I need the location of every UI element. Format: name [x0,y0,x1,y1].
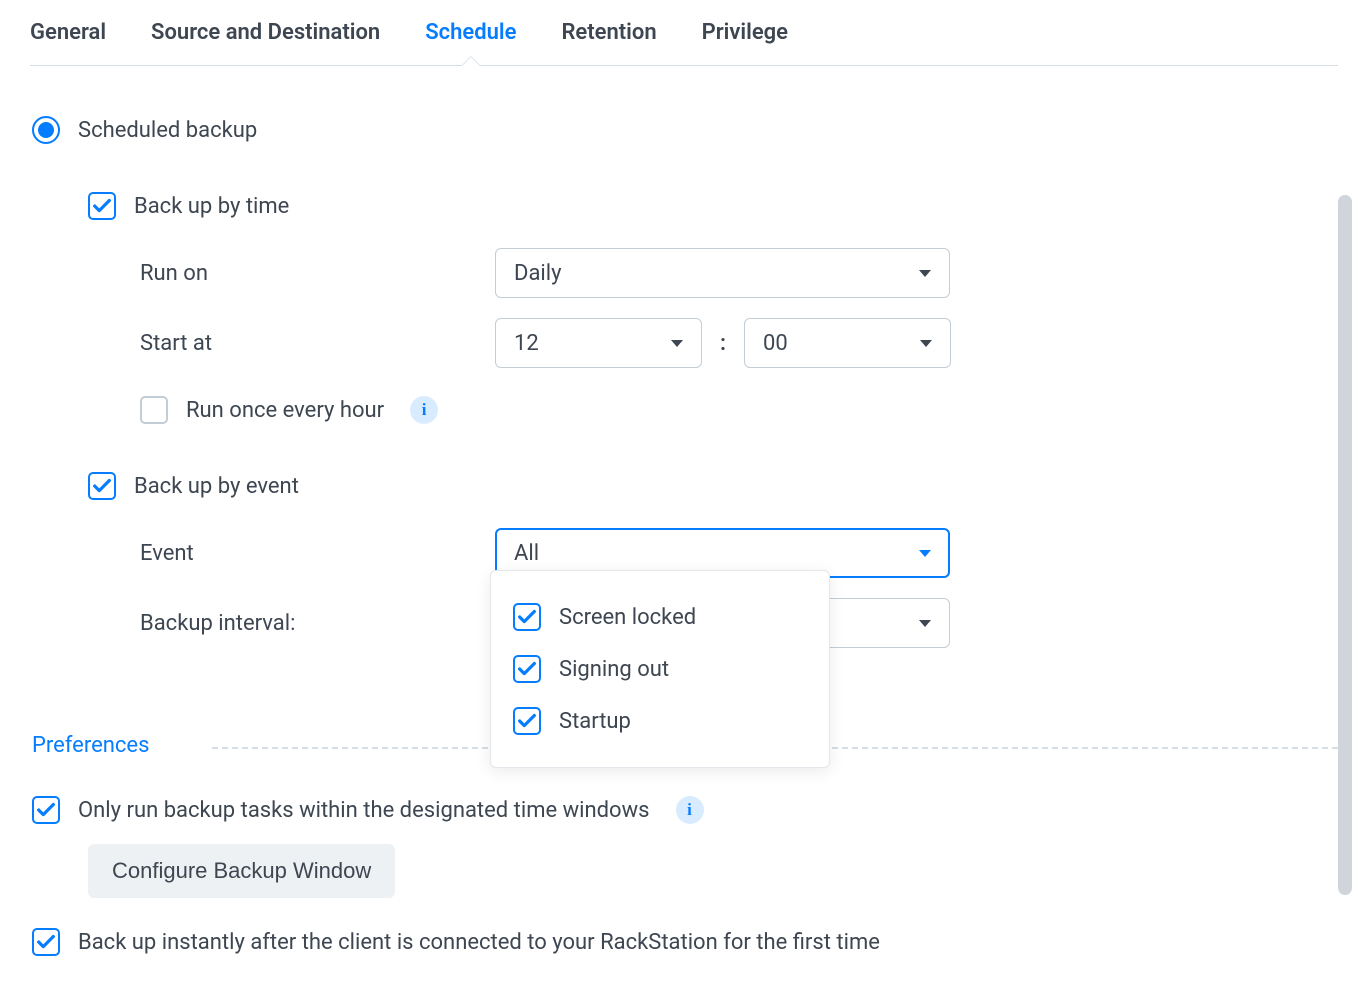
event-option-signing-out[interactable]: Signing out [513,643,807,695]
chevron-down-icon [920,340,932,347]
run-on-label: Run on [140,261,495,286]
check-icon [35,799,57,821]
tab-source-destination[interactable]: Source and Destination [151,20,380,45]
instant-backup-checkbox[interactable] [32,928,60,956]
backup-by-event-label: Back up by event [134,474,299,499]
start-hour-value: 12 [514,331,539,356]
start-hour-select[interactable]: 12 [495,318,702,368]
tab-general[interactable]: General [30,20,106,45]
start-at-label: Start at [140,331,495,356]
chevron-down-icon [671,340,683,347]
run-hourly-checkbox[interactable] [140,396,168,424]
check-icon [35,931,57,953]
run-hourly-row: Run once every hour i [140,396,1338,424]
tab-privilege[interactable]: Privilege [702,20,788,45]
backup-by-event-checkbox[interactable] [88,472,116,500]
time-separator: : [720,331,726,356]
run-hourly-label: Run once every hour [186,398,384,423]
check-icon [516,658,538,680]
event-value: All [514,541,539,566]
start-minute-value: 00 [763,331,788,356]
event-signing-out-label: Signing out [559,657,669,682]
chevron-down-icon [919,550,931,557]
event-screen-locked-label: Screen locked [559,605,696,630]
scheduled-backup-label: Scheduled backup [78,118,257,143]
time-windows-row: Only run backup tasks within the designa… [32,796,1338,824]
check-icon [516,710,538,732]
check-icon [91,475,113,497]
event-startup-label: Startup [559,709,631,734]
configure-backup-window-button[interactable]: Configure Backup Window [88,844,395,898]
time-windows-label: Only run backup tasks within the designa… [78,798,650,823]
event-signing-out-checkbox[interactable] [513,655,541,683]
event-screen-locked-checkbox[interactable] [513,603,541,631]
tab-retention[interactable]: Retention [561,20,656,45]
run-on-select[interactable]: Daily [495,248,950,298]
event-option-screen-locked[interactable]: Screen locked [513,591,807,643]
run-on-value: Daily [514,261,562,286]
tabs-bar: General Source and Destination Schedule … [30,20,1338,66]
run-on-row: Run on Daily [140,248,1338,298]
scrollbar-thumb[interactable] [1338,195,1352,895]
chevron-down-icon [919,270,931,277]
chevron-down-icon [919,620,931,627]
event-startup-checkbox[interactable] [513,707,541,735]
start-minute-select[interactable]: 00 [744,318,951,368]
start-at-row: Start at 12 : 00 [140,318,1338,368]
backup-by-event-row: Back up by event [88,472,1338,500]
instant-backup-label: Back up instantly after the client is co… [78,930,880,955]
instant-backup-row: Back up instantly after the client is co… [32,928,1338,956]
time-windows-checkbox[interactable] [32,796,60,824]
backup-by-time-label: Back up by time [134,194,289,219]
backup-by-time-checkbox[interactable] [88,192,116,220]
event-option-startup[interactable]: Startup [513,695,807,747]
info-icon[interactable]: i [410,396,438,424]
backup-interval-label: Backup interval: [140,611,495,636]
backup-by-time-row: Back up by time [88,192,1338,220]
check-icon [91,195,113,217]
scheduled-backup-radio[interactable] [32,116,60,144]
tab-schedule[interactable]: Schedule [425,20,516,45]
event-label: Event [140,541,495,566]
info-icon[interactable]: i [676,796,704,824]
scheduled-backup-row: Scheduled backup [32,116,1338,144]
event-dropdown-panel: Screen locked Signing out Startup [490,570,830,768]
check-icon [516,606,538,628]
